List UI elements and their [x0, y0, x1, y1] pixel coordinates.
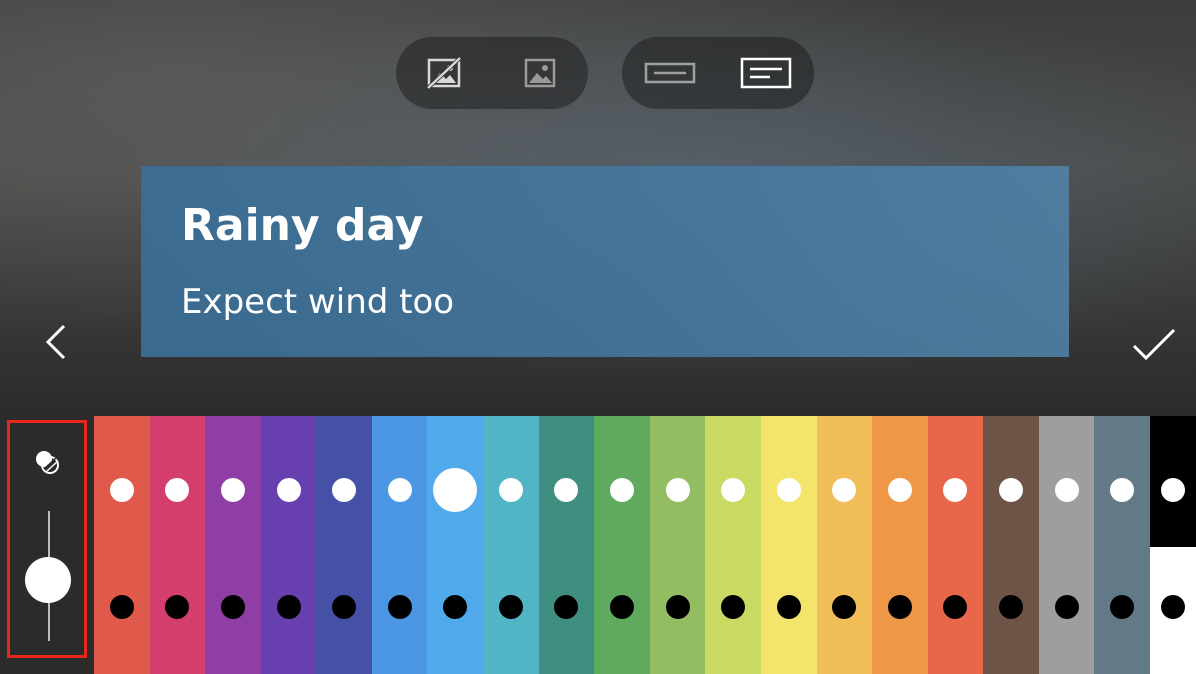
color-swatch[interactable] [205, 416, 261, 674]
caption-card[interactable]: Rainy day Expect wind too [141, 166, 1069, 357]
style-toggle-group [622, 37, 814, 109]
color-swatch-list [94, 416, 1196, 674]
text-box-style-button[interactable] [738, 45, 794, 101]
opacity-control [7, 420, 87, 658]
color-swatch[interactable] [1038, 416, 1095, 674]
text-box-style-icon [740, 57, 792, 89]
white-text-dot[interactable] [276, 478, 301, 502]
color-swatch[interactable] [594, 416, 650, 674]
black-text-dot[interactable] [165, 595, 190, 619]
bar-style-button[interactable] [642, 45, 698, 101]
white-text-dot[interactable] [665, 478, 690, 502]
caption-preview: Rainy day Expect wind too [0, 0, 1196, 416]
white-text-dot[interactable] [943, 478, 968, 502]
color-swatch[interactable] [816, 416, 873, 674]
white-text-dot[interactable] [776, 478, 801, 502]
black-text-dot[interactable] [832, 595, 857, 619]
black-text-dot[interactable] [1110, 595, 1135, 619]
no-background-button[interactable] [416, 45, 472, 101]
black-text-dot[interactable] [109, 595, 134, 619]
white-text-dot[interactable] [1110, 478, 1135, 502]
color-swatch[interactable] [371, 416, 428, 674]
black-text-dot[interactable] [1160, 595, 1185, 619]
black-text-dot[interactable] [220, 595, 245, 619]
white-text-dot[interactable] [498, 478, 523, 502]
black-text-dot[interactable] [498, 595, 523, 619]
black-text-dot[interactable] [887, 595, 912, 619]
black-text-dot[interactable] [943, 595, 968, 619]
black-text-dot[interactable] [1054, 595, 1079, 619]
color-swatch[interactable] [1094, 416, 1150, 674]
color-swatch[interactable] [927, 416, 984, 674]
white-text-dot[interactable] [165, 478, 190, 502]
white-text-dot[interactable] [332, 478, 357, 502]
confirm-button[interactable] [1128, 322, 1180, 366]
color-swatch[interactable] [94, 416, 150, 674]
black-text-dot[interactable] [276, 595, 301, 619]
caption-subtitle: Expect wind too [181, 282, 455, 322]
white-text-dot[interactable] [1160, 478, 1185, 502]
black-text-dot[interactable] [776, 595, 801, 619]
background-toggle-group [396, 37, 588, 109]
color-swatch[interactable] [983, 416, 1039, 674]
image-background-button[interactable] [512, 45, 568, 101]
black-text-dot[interactable] [554, 595, 579, 619]
checkmark-icon [1132, 328, 1176, 361]
white-text-dot[interactable] [387, 478, 412, 502]
white-text-dot[interactable] [887, 478, 912, 502]
image-background-icon [524, 58, 556, 88]
back-button[interactable] [36, 320, 80, 364]
black-text-dot[interactable] [721, 595, 746, 619]
black-text-dot[interactable] [332, 595, 357, 619]
color-swatch[interactable] [260, 416, 317, 674]
white-text-dot[interactable] [999, 478, 1024, 502]
white-text-dot[interactable] [220, 478, 245, 502]
white-text-dot[interactable] [721, 478, 746, 502]
chevron-left-icon [45, 324, 66, 360]
color-swatch[interactable] [149, 416, 206, 674]
white-text-dot[interactable] [609, 478, 634, 502]
white-text-dot[interactable] [832, 478, 857, 502]
white-text-dot[interactable] [554, 478, 579, 502]
color-swatch[interactable] [760, 416, 817, 674]
color-swatch[interactable] [483, 416, 539, 674]
color-swatch[interactable] [872, 416, 928, 674]
black-text-dot[interactable] [387, 595, 412, 619]
color-swatch[interactable] [705, 416, 761, 674]
bar-style-icon [644, 62, 696, 84]
opacity-slider-thumb[interactable] [25, 557, 71, 603]
black-text-dot[interactable] [609, 595, 634, 619]
black-text-dot[interactable] [999, 595, 1024, 619]
color-swatch[interactable] [649, 416, 706, 674]
black-text-dot[interactable] [443, 595, 468, 619]
no-background-icon [426, 56, 462, 90]
color-panel [0, 416, 1196, 674]
color-swatch[interactable] [538, 416, 595, 674]
color-swatch[interactable] [1149, 416, 1196, 674]
selected-white-text-dot[interactable] [433, 468, 478, 512]
white-text-dot[interactable] [1054, 478, 1079, 502]
black-text-dot[interactable] [665, 595, 690, 619]
color-swatch[interactable] [316, 416, 372, 674]
white-text-dot[interactable] [109, 478, 134, 502]
caption-title: Rainy day [181, 200, 424, 251]
color-swatch[interactable] [427, 416, 484, 674]
opacity-icon [36, 451, 59, 474]
